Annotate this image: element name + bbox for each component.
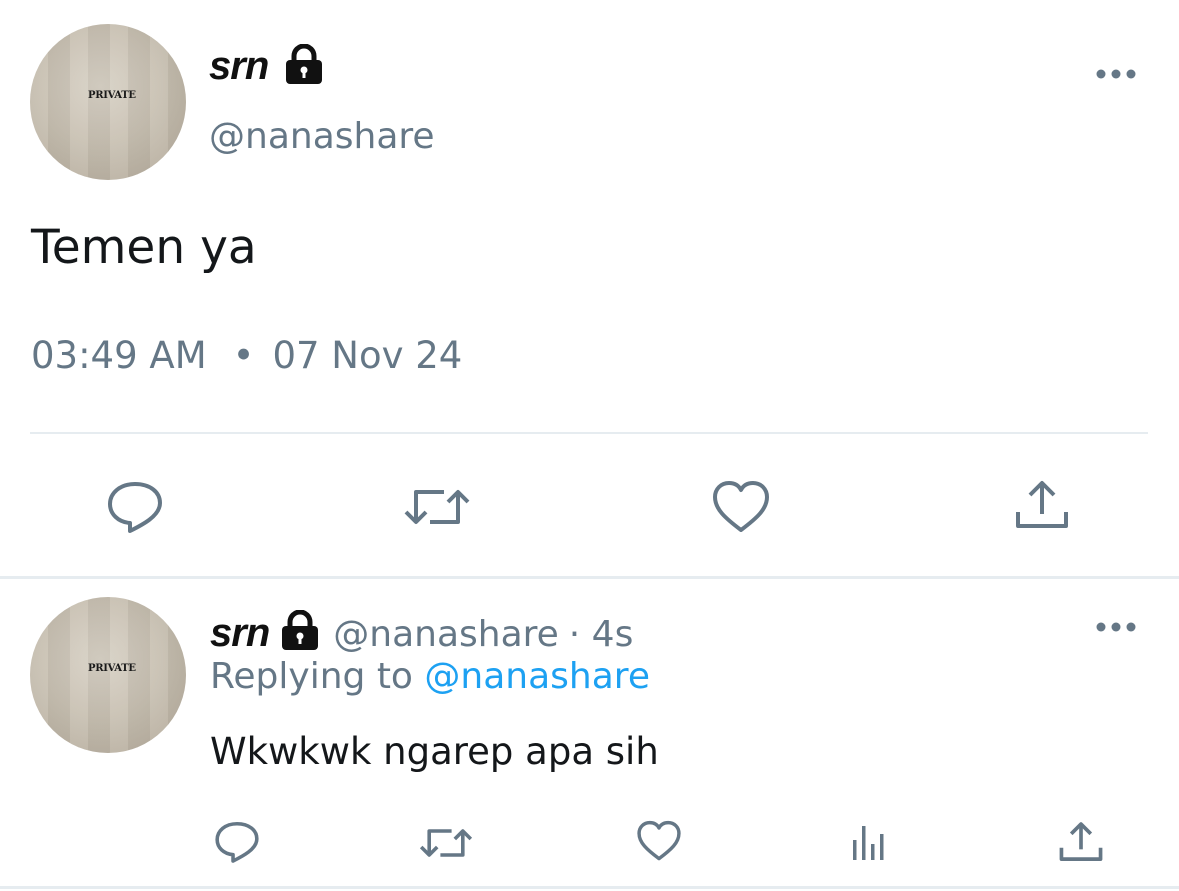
share-icon[interactable] — [1014, 478, 1070, 532]
meta-separator: • — [232, 334, 255, 377]
replying-prefix: Replying to — [210, 656, 413, 697]
display-name[interactable]: srn — [209, 44, 269, 89]
bottom-divider — [0, 886, 1179, 889]
reply-handle[interactable]: @nanashare — [333, 614, 559, 655]
tweet-date: 07 Nov 24 — [272, 334, 463, 377]
tweet-time: 03:49 AM — [31, 334, 207, 377]
reply-header: srn @nanashare · 4s — [210, 606, 633, 656]
retweet-icon[interactable] — [418, 823, 474, 863]
section-divider — [0, 576, 1179, 579]
reply-avatar[interactable]: PRIVATE — [30, 597, 186, 753]
reply-icon[interactable] — [106, 480, 164, 534]
share-icon[interactable] — [1058, 820, 1104, 864]
heart-icon[interactable] — [636, 820, 682, 862]
lock-icon — [286, 44, 322, 84]
lock-icon — [282, 610, 319, 650]
replying-to-link[interactable]: @nanashare — [424, 656, 650, 697]
reply-avatar-text: PRIVATE — [88, 663, 136, 674]
more-dots-icon[interactable] — [1096, 66, 1136, 82]
avatar-text: PRIVATE — [88, 90, 136, 101]
handle[interactable]: @nanashare — [209, 116, 435, 157]
reply-icon[interactable] — [214, 820, 260, 864]
tweet-text: Temen ya — [31, 220, 257, 275]
reply-display-name[interactable]: srn — [210, 611, 270, 656]
avatar[interactable]: PRIVATE — [30, 24, 186, 180]
divider — [30, 432, 1148, 434]
tweet-meta: 03:49 AM • 07 Nov 24 — [31, 334, 462, 377]
reply-text: Wkwkwk ngarep apa sih — [210, 730, 659, 773]
replying-to: Replying to @nanashare — [210, 656, 650, 697]
reply-age: · 4s — [568, 614, 634, 655]
heart-icon[interactable] — [711, 480, 771, 534]
retweet-icon[interactable] — [402, 482, 472, 532]
analytics-icon[interactable] — [850, 822, 890, 862]
more-dots-icon[interactable] — [1096, 619, 1136, 635]
